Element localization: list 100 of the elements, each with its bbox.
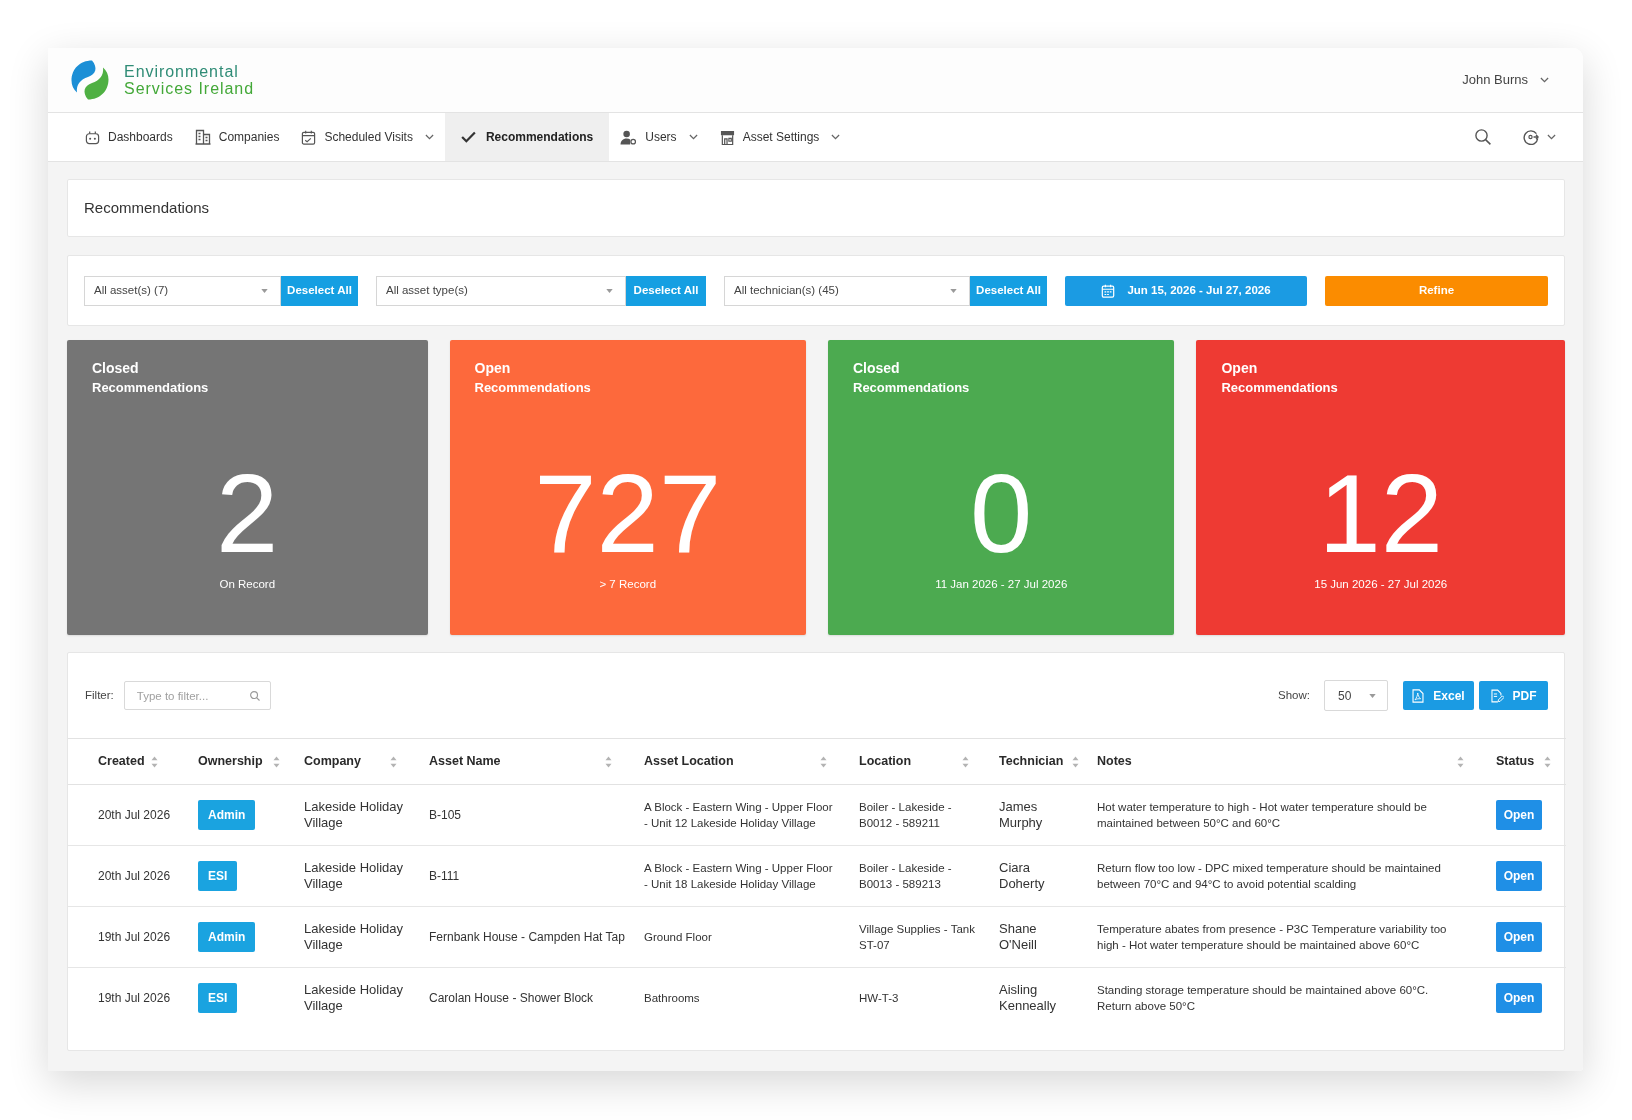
calendar-icon [1101, 283, 1116, 298]
table-cell: Lakeside Holiday Village [304, 799, 403, 830]
sort-icon[interactable] [151, 755, 158, 768]
filter-field[interactable]: Type to filter... [123, 681, 271, 710]
nav-item[interactable]: Users [609, 113, 709, 161]
column-header[interactable]: Asset Name [429, 752, 501, 771]
caret-icon [261, 288, 268, 293]
chevron-down-icon[interactable] [1547, 134, 1556, 140]
store-icon [719, 129, 735, 145]
table-cell: Carolan House - Shower Block [429, 991, 594, 1006]
table-cell: Lakeside Holiday Village [304, 921, 403, 952]
file-icon [1412, 688, 1425, 703]
card-label: Recommendations [853, 379, 970, 397]
card-caption: On Record [219, 577, 276, 592]
table-cell: 19th Jul 2026 [98, 991, 171, 1006]
sort-icon[interactable] [820, 755, 827, 768]
circle-arrow-icon[interactable] [1523, 129, 1539, 145]
sort-icon[interactable] [1072, 755, 1079, 768]
column-header[interactable]: Notes [1097, 752, 1132, 771]
card-value: 727 [534, 458, 722, 570]
sort-icon[interactable] [605, 755, 612, 768]
table-cell: Fernbank House - Campden Hat Tap [429, 930, 625, 944]
chevron-down-icon [1540, 77, 1549, 83]
card-label: Recommendations [1221, 379, 1338, 397]
table-cell: Boiler - Lakeside - B0013 - 589213 [859, 862, 952, 890]
card-caption: 15 Jun 2026 - 27 Jul 2026 [1314, 577, 1448, 592]
filter-label: Filter: [85, 687, 114, 703]
dropdown-select[interactable]: All asset type(s) [376, 275, 626, 306]
table-cell: Ground Floor [644, 931, 712, 943]
table-cell: 20th Jul 2026 [98, 869, 171, 883]
table-cell: Ciara Doherty [999, 860, 1045, 891]
table-cell: James Murphy [999, 799, 1043, 830]
column-header[interactable]: Status [1496, 752, 1535, 771]
table-cell: Lakeside Holiday Village [304, 860, 403, 891]
column-header[interactable]: Technician [999, 752, 1064, 771]
card-label: Recommendations [92, 379, 209, 397]
table-cell: Hot water temperature to high - Hot water temperature should be maintained between 50°C and 60°C [1097, 801, 1427, 829]
ownership-badge: Admin [198, 922, 256, 952]
card-caption: > 7 Record [599, 577, 657, 592]
caret-icon [950, 288, 957, 293]
table-cell: 19th Jul 2026 [98, 930, 171, 944]
table-cell: B-105 [429, 808, 462, 822]
page-size-select[interactable]: 50 [1324, 680, 1388, 711]
ownership-badge: ESI [198, 983, 238, 1014]
table-cell: Standing storage temperature should be maintained above 60°C. Return above 50°C [1097, 984, 1429, 1013]
column-header[interactable]: Company [304, 752, 361, 771]
search-icon[interactable] [1475, 129, 1491, 145]
table-cell: Boiler - Lakeside - B0012 - 589211 [859, 801, 952, 829]
table-cell: Aisling Kenneally [999, 982, 1057, 1014]
card-status: Closed [853, 359, 900, 378]
table-cell: Return flow too low - DPC mixed temperature should be maintained between 70°C and 94°C to avoid potential scalding [1097, 862, 1441, 890]
robot-icon [85, 129, 100, 145]
nav-item[interactable]: Recommendations [444, 113, 610, 161]
nav-item[interactable]: Asset Settings [708, 113, 852, 161]
page-title: Recommendations [84, 197, 210, 218]
nav-item[interactable]: Dashboards [74, 113, 184, 161]
table-cell: Bathrooms [644, 992, 700, 1005]
check-icon [460, 131, 476, 143]
file-edit-icon [1490, 688, 1504, 703]
user-icon [620, 129, 638, 145]
sort-icon[interactable] [1457, 755, 1464, 768]
card-caption: 11 Jan 2026 - 27 Jul 2026 [935, 577, 1068, 592]
table-cell: A Block - Eastern Wing - Upper Floor - Unit 12 Lakeside Holiday Village [644, 801, 833, 829]
sort-icon[interactable] [390, 755, 397, 768]
dropdown-select[interactable]: All technician(s) (45) [724, 275, 970, 306]
show-label: Show: [1278, 687, 1310, 703]
table-cell: Village Supplies - Tank ST-07 [859, 923, 975, 951]
user-menu[interactable]: John Burns [1462, 70, 1549, 90]
dropdown-select[interactable]: All asset(s) (7) [84, 275, 281, 306]
nav-item[interactable]: Scheduled Visits [290, 113, 445, 161]
table-cell: 20th Jul 2026 [98, 808, 171, 822]
column-header[interactable]: Created [98, 752, 145, 771]
caret-icon [1369, 693, 1376, 698]
sort-icon[interactable] [1544, 755, 1551, 768]
card-status: Open [1221, 359, 1258, 378]
column-header[interactable]: Asset Location [644, 752, 734, 771]
calendar-icon [301, 129, 317, 145]
table-cell: HW-T-3 [859, 992, 899, 1005]
table-cell: Lakeside Holiday Village [304, 982, 403, 1014]
brand-name: Environmental [124, 63, 239, 80]
column-header[interactable]: Location [859, 752, 912, 771]
card-value: 12 [1318, 458, 1443, 570]
column-header[interactable]: Ownership [198, 752, 263, 771]
brand-name: Services Ireland [124, 80, 255, 97]
search-icon [249, 691, 260, 701]
card-value: 2 [216, 458, 279, 570]
table-cell: B-111 [429, 869, 460, 883]
table-cell: Shane O'Neill [999, 921, 1037, 952]
nav-item[interactable]: Companies [183, 113, 291, 161]
card-status: Open [474, 359, 511, 378]
card-value: 0 [970, 458, 1033, 570]
caret-icon [606, 288, 613, 293]
leaf-logo-icon [71, 60, 109, 100]
sort-icon[interactable] [962, 755, 969, 768]
sort-icon[interactable] [273, 755, 280, 768]
table-cell: Temperature abates from presence - P3C Temperature variability too high - Hot water temperature should be maintained above 60°C [1097, 923, 1447, 951]
card-label: Recommendations [474, 379, 591, 397]
building-icon [194, 129, 211, 145]
table-cell: A Block - Eastern Wing - Upper Floor - Unit 18 Lakeside Holiday Village [644, 862, 833, 890]
ownership-badge: ESI [198, 861, 238, 891]
